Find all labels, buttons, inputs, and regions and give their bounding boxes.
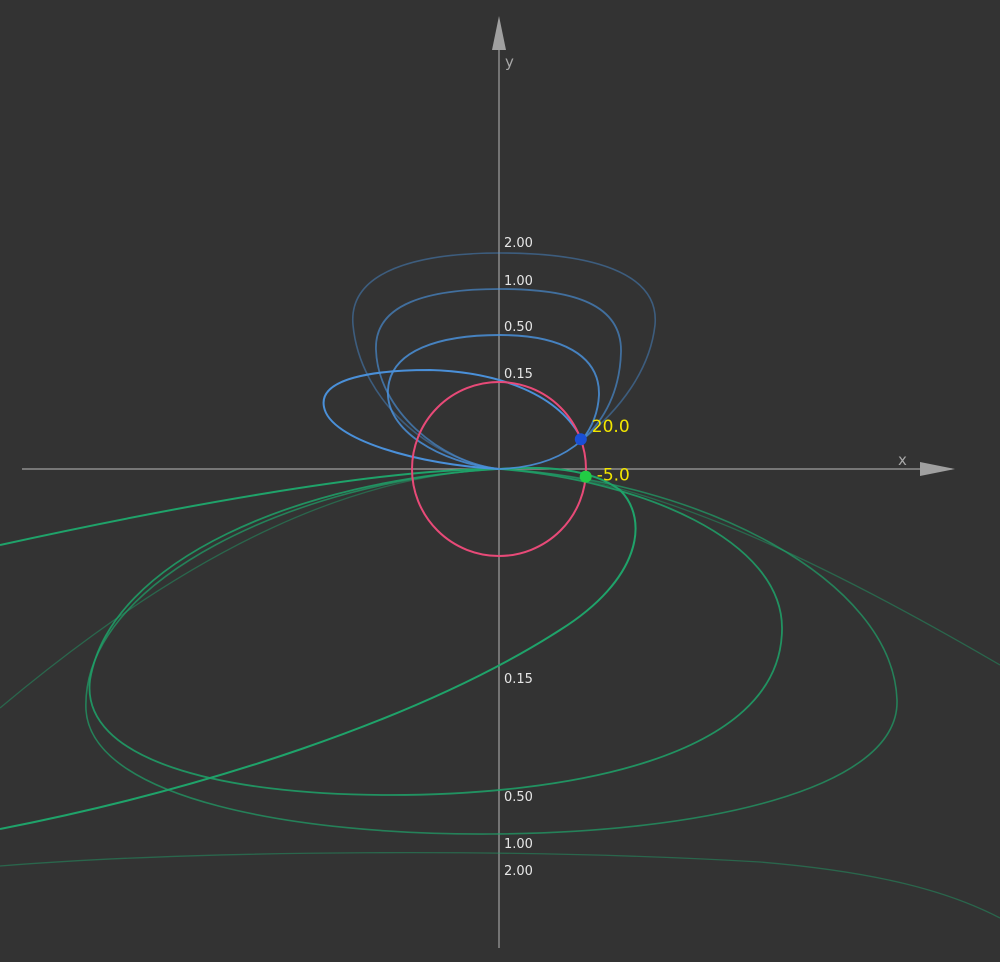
upper-label-100: 1.00 (504, 274, 533, 289)
upper-curve-050 (387, 334, 600, 470)
lower-label-200: 2.00 (504, 864, 533, 879)
lower-curve-050 (88, 468, 783, 796)
upper-curve-tail (498, 439, 583, 470)
lower-label-100: 1.00 (504, 837, 533, 852)
blue-point[interactable] (574, 433, 587, 446)
lower-label-015: 0.15 (504, 672, 533, 687)
lower-curve-200-left (0, 468, 500, 709)
lower-curve-015 (0, 466, 637, 830)
curve-diagram: x y 2.00 1.00 0.50 0.15 0.15 0.50 1.00 2… (0, 16, 1000, 948)
y-axis-arrow-icon (492, 16, 506, 50)
lower-curve-200-bottom (0, 851, 1000, 919)
lower-curves (0, 466, 1000, 919)
lower-curve-200-right (498, 468, 1000, 666)
green-point[interactable] (579, 470, 592, 483)
upper-label-200: 2.00 (504, 236, 533, 251)
upper-label-015: 0.15 (504, 367, 533, 382)
x-axis-label: x (898, 451, 907, 469)
diagram-canvas: x y 2.00 1.00 0.50 0.15 0.15 0.50 1.00 2… (0, 0, 1000, 957)
upper-label-050: 0.50 (504, 320, 533, 335)
y-axis-label: y (505, 53, 514, 71)
lower-label-050: 0.50 (504, 790, 533, 805)
x-axis-arrow-icon (920, 462, 955, 476)
green-point-label: -5.0 (597, 466, 630, 486)
blue-point-label: 20.0 (592, 417, 630, 437)
